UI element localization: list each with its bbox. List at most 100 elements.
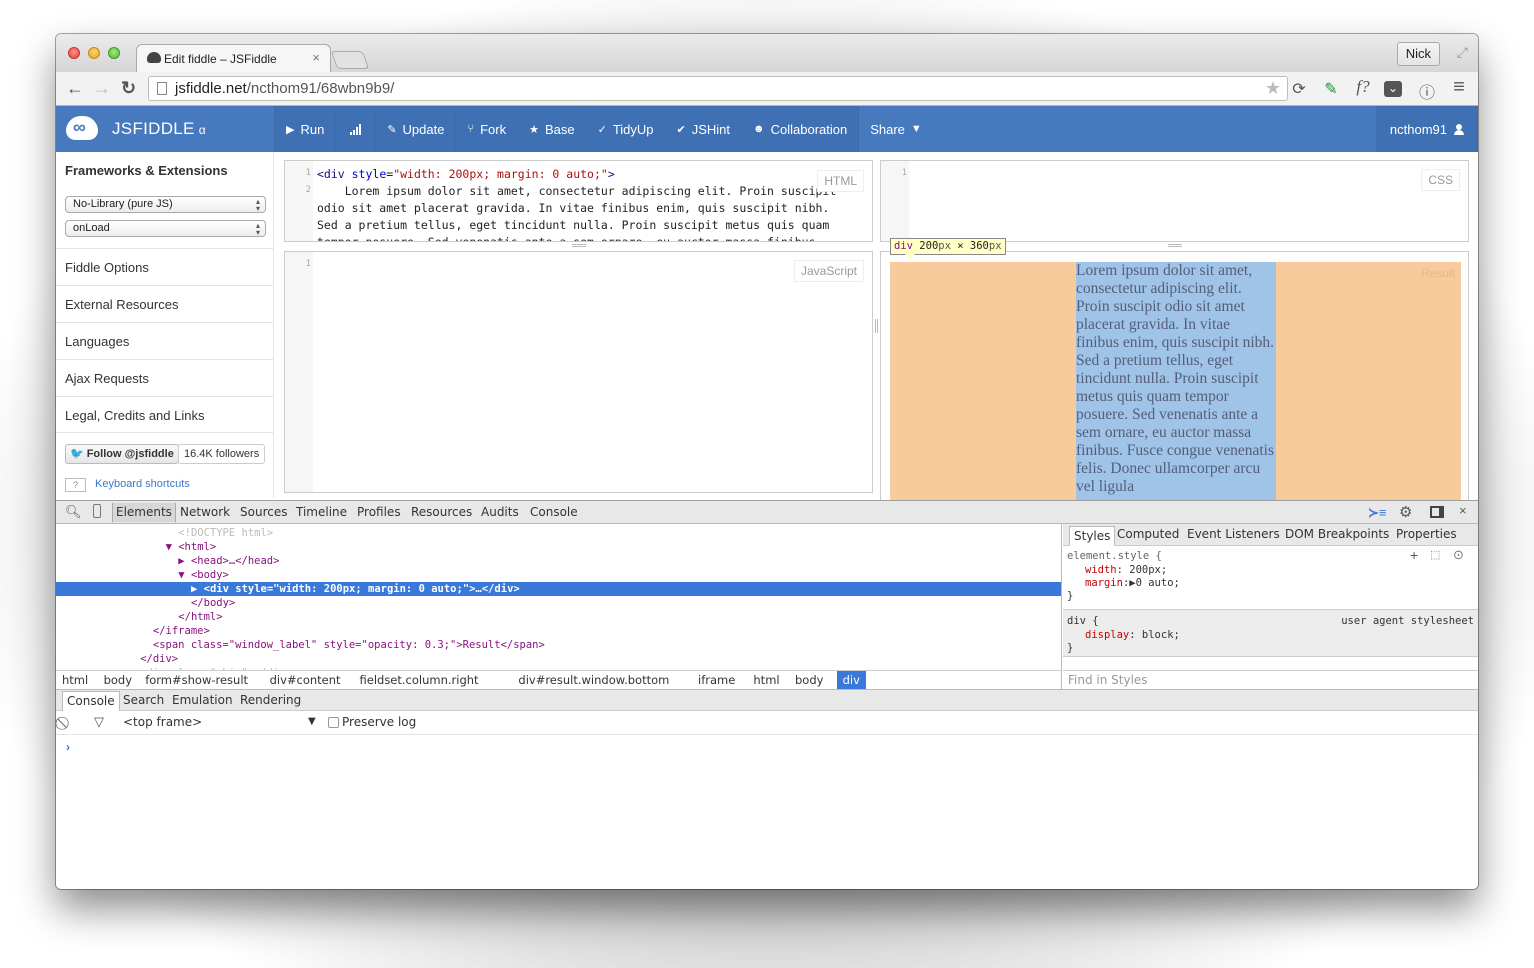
tab-close-icon[interactable]: × xyxy=(312,50,320,65)
css-rule-width[interactable]: width: 200px; xyxy=(1085,564,1167,577)
dom-node[interactable]: </html> xyxy=(56,610,1061,624)
fork-button[interactable]: ⑂ Fork xyxy=(455,106,518,152)
devtools-tab-timeline[interactable]: Timeline xyxy=(296,505,347,519)
inspect-search-icon[interactable]: 🔍︎ xyxy=(65,504,82,520)
ua-source-link[interactable]: user agent stylesheet xyxy=(1341,615,1474,628)
breadcrumb-item[interactable]: body xyxy=(104,671,132,689)
dom-node[interactable]: </body> xyxy=(56,596,1061,610)
sidebar-item-legal[interactable]: Legal, Credits and Links xyxy=(56,396,274,433)
minimize-window-button[interactable] xyxy=(88,47,100,59)
tidyup-button[interactable]: ✓ TidyUp xyxy=(585,106,665,152)
library-select[interactable]: No-Library (pure JS) ▴ ▾ xyxy=(65,196,266,213)
sidebar-item-fiddle-options[interactable]: Fiddle Options xyxy=(56,248,274,285)
back-arrow-icon[interactable]: ← xyxy=(66,78,84,99)
styles-tab-event-listeners[interactable]: Event Listeners xyxy=(1187,527,1280,541)
jsfiddle-cloud-logo-icon[interactable] xyxy=(66,116,98,140)
forward-arrow-icon[interactable]: → xyxy=(93,78,111,99)
styles-tab-styles[interactable]: Styles xyxy=(1069,526,1116,546)
drawer-tab-emulation[interactable]: Emulation xyxy=(172,693,233,707)
console-drawer-icon[interactable]: ≻≡ xyxy=(1368,505,1386,521)
stats-button[interactable] xyxy=(335,106,376,152)
drawer-tab-rendering[interactable]: Rendering xyxy=(240,693,301,707)
profile-button[interactable]: Nick xyxy=(1396,42,1440,66)
html-code[interactable]: <div style="width: 200px; margin: 0 auto… xyxy=(317,166,857,241)
devtools-tab-network[interactable]: Network xyxy=(180,505,230,519)
address-bar[interactable]: jsfiddle.net/ncthom91/68wbn9b9/ ★ xyxy=(148,76,1288,101)
close-devtools-icon[interactable]: × xyxy=(1459,503,1467,518)
chrome-menu-icon[interactable]: ≡ xyxy=(1448,76,1470,99)
collaboration-button[interactable]: ☻ Collaboration xyxy=(741,106,859,152)
dom-node[interactable]: ▼ <html> xyxy=(56,540,1061,554)
share-button[interactable]: Share ▼ xyxy=(858,106,933,152)
new-tab-button[interactable] xyxy=(330,51,370,69)
devtools-tab-sources[interactable]: Sources xyxy=(240,505,287,519)
css-editor-panel[interactable]: 1 CSS xyxy=(880,160,1469,242)
elements-dom-tree[interactable]: <!DOCTYPE html> ▼ <html> ▶ <head>…</head> ▼… xyxy=(56,524,1062,670)
dom-node[interactable]: ▶ <head>…</head> xyxy=(56,554,1061,568)
css-result-resize-handle[interactable] xyxy=(1168,244,1182,247)
eyedropper-extension-icon[interactable]: ✎ xyxy=(1320,79,1342,99)
devtools-tab-resources[interactable]: Resources xyxy=(411,505,472,519)
javascript-editor-panel[interactable]: 1 JavaScript xyxy=(284,251,873,493)
frame-select-arrow-icon[interactable]: ▼ xyxy=(308,716,316,727)
drawer-tab-console[interactable]: Console xyxy=(62,691,120,711)
dom-node[interactable]: <span class="window_label" style="opacit… xyxy=(56,638,1061,652)
fontface-extension-icon[interactable]: f? xyxy=(1352,77,1374,97)
drawer-tab-search[interactable]: Search xyxy=(123,693,164,707)
filter-icon[interactable]: ▽ xyxy=(94,714,104,730)
frame-select[interactable]: <top frame> xyxy=(123,715,202,729)
devtools-tab-audits[interactable]: Audits xyxy=(481,505,519,519)
html-js-resize-handle[interactable] xyxy=(572,244,586,247)
devtools-tab-elements[interactable]: Elements xyxy=(112,503,176,522)
dom-node-selected[interactable]: ▶ <div style="width: 200px; margin: 0 au… xyxy=(56,582,1061,596)
breadcrumb-item[interactable]: div#content xyxy=(270,671,341,689)
new-style-rule-icon[interactable]: + xyxy=(1410,547,1418,563)
devtools-tab-profiles[interactable]: Profiles xyxy=(357,505,401,519)
sidebar-item-ajax-requests[interactable]: Ajax Requests xyxy=(56,359,274,396)
pocket-extension-icon[interactable]: ⌄ xyxy=(1384,81,1402,97)
info-extension-icon[interactable]: ⓘ xyxy=(1416,79,1438,103)
animations-icon[interactable]: ⊙ xyxy=(1453,547,1464,563)
html-editor-panel[interactable]: 1 2 <div style="width: 200px; margin: 0 … xyxy=(284,160,873,242)
base-button[interactable]: ★ Base xyxy=(517,106,586,152)
reload-icon[interactable]: ↻ xyxy=(121,78,136,99)
sidebar-item-languages[interactable]: Languages xyxy=(56,322,274,359)
styles-tab-dom-breakpoints[interactable]: DOM Breakpoints xyxy=(1285,527,1389,541)
breadcrumb-item[interactable]: body xyxy=(795,671,823,689)
styles-tab-computed[interactable]: Computed xyxy=(1117,527,1179,541)
console-prompt-icon[interactable]: › xyxy=(66,740,70,754)
bookmark-star-icon[interactable]: ★ xyxy=(1265,78,1281,99)
toggle-element-state-icon[interactable]: ⬚ xyxy=(1430,548,1440,561)
keyboard-shortcuts-link[interactable]: Keyboard shortcuts xyxy=(95,478,190,490)
user-menu[interactable]: ncthom91 xyxy=(1375,106,1478,152)
update-button[interactable]: ✎ Update xyxy=(375,106,456,152)
dock-side-icon[interactable] xyxy=(1430,506,1444,518)
jsfiddle-brand[interactable]: JSFIDDLE α xyxy=(112,119,206,139)
styles-tab-properties[interactable]: Properties xyxy=(1396,527,1457,541)
devtools-tab-console[interactable]: Console xyxy=(530,505,578,519)
breadcrumb-item[interactable]: div xyxy=(836,671,866,689)
column-resize-handle[interactable] xyxy=(875,319,878,333)
load-type-select[interactable]: onLoad ▴ ▾ xyxy=(65,220,266,237)
fullscreen-icon[interactable]: ⤢ xyxy=(1457,44,1468,61)
browser-tab[interactable]: Edit fiddle – JSFiddle × xyxy=(136,44,331,72)
settings-gear-icon[interactable]: ⚙ xyxy=(1399,503,1412,521)
console-output[interactable]: › xyxy=(56,735,1478,889)
dom-node[interactable]: </div> xyxy=(56,652,1061,666)
sync-extension-icon[interactable]: ⟳ xyxy=(1288,79,1310,99)
breadcrumb-item[interactable]: html xyxy=(753,671,779,689)
dom-node[interactable]: <!DOCTYPE html> xyxy=(56,526,1061,540)
device-mode-icon[interactable] xyxy=(93,504,101,518)
breadcrumb-item[interactable]: div#result.window.bottom xyxy=(518,671,669,689)
breadcrumb-item[interactable]: iframe xyxy=(698,671,735,689)
jshint-button[interactable]: ✔ JSHint xyxy=(664,106,742,152)
breadcrumb-item[interactable]: form#show-result xyxy=(145,671,248,689)
preserve-log-checkbox[interactable] xyxy=(328,717,339,728)
close-window-button[interactable] xyxy=(68,47,80,59)
dom-node[interactable]: ▼ <body> xyxy=(56,568,1061,582)
dom-node[interactable]: </iframe> xyxy=(56,624,1061,638)
zoom-window-button[interactable] xyxy=(108,47,120,59)
breadcrumb-item[interactable]: fieldset.column.right xyxy=(360,671,479,689)
find-in-styles-input[interactable]: Find in Styles xyxy=(1063,670,1478,689)
result-panel[interactable]: Lorem ipsum dolor sit amet, consectetur … xyxy=(880,251,1469,511)
